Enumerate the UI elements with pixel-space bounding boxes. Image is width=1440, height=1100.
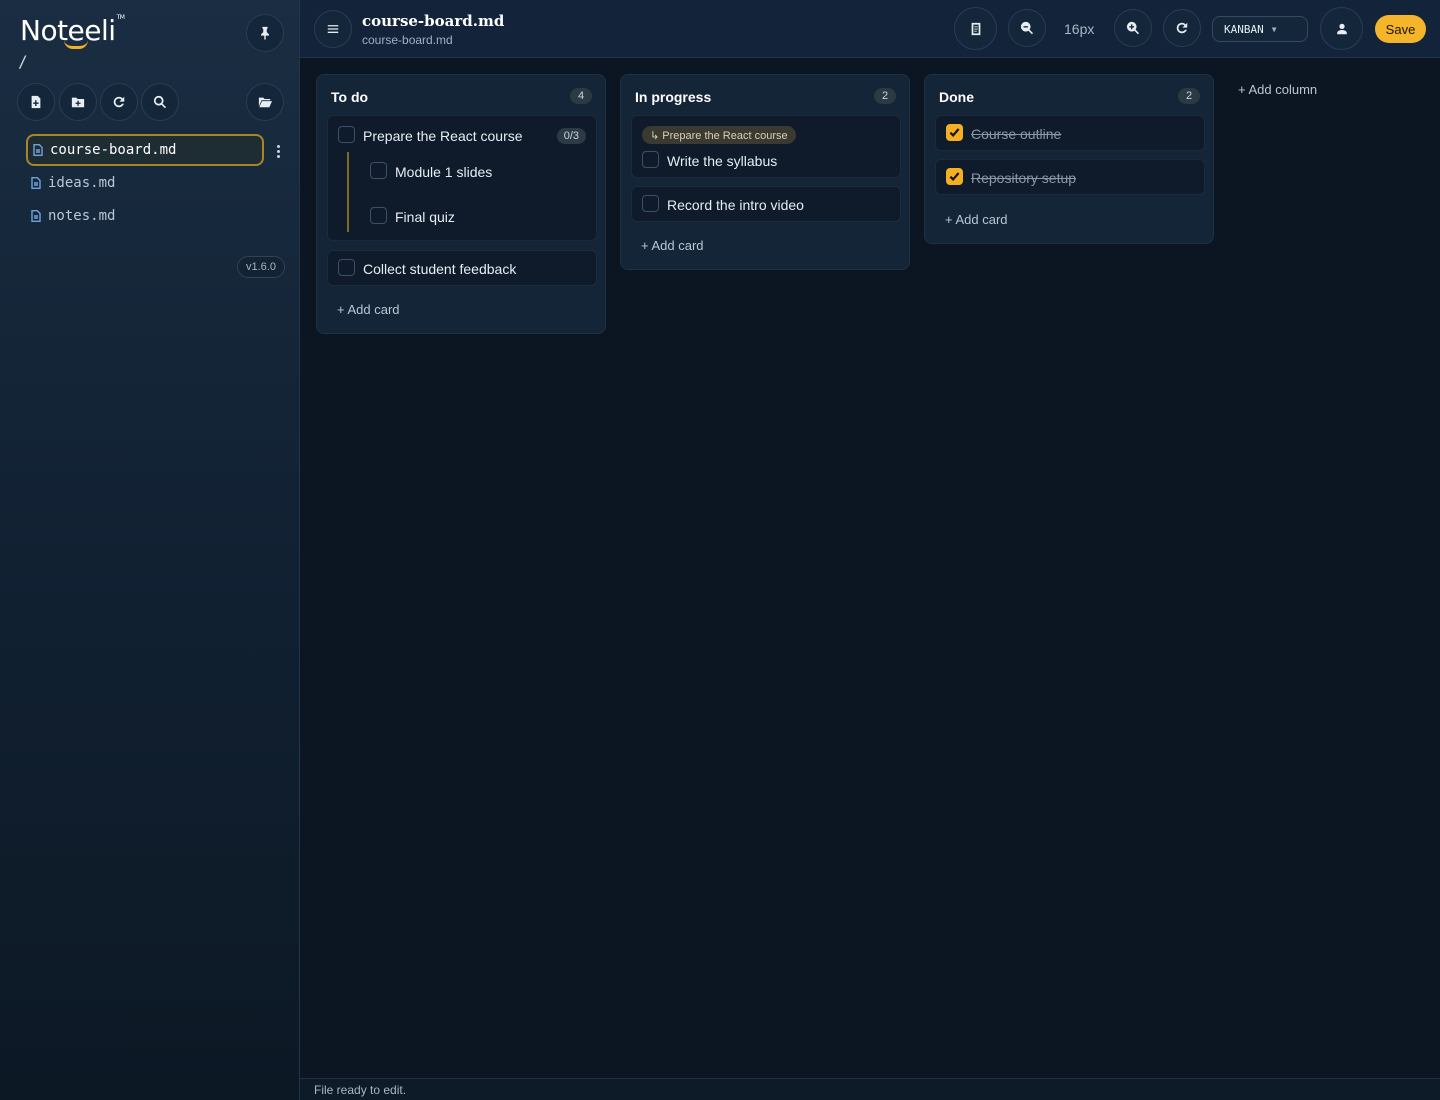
card-checkbox[interactable]	[642, 195, 659, 212]
document-subtitle: course-board.md	[362, 33, 453, 47]
file-item-notes[interactable]: notes.md	[26, 200, 264, 232]
column-done: Done 2 Course outline Repository setup +…	[924, 74, 1214, 244]
zoom-out-icon	[1020, 21, 1034, 35]
menu-toggle-button[interactable]	[314, 10, 352, 48]
file-icon	[31, 210, 41, 222]
status-bar: File ready to edit.	[300, 1078, 1440, 1100]
top-bar: course-board.md course-board.md 16px KAN…	[300, 0, 1440, 58]
add-card-button[interactable]: + Add card	[945, 212, 1008, 227]
add-card-button[interactable]: + Add card	[641, 238, 704, 253]
file-name: notes.md	[48, 208, 116, 224]
pin-sidebar-button[interactable]	[246, 14, 284, 52]
column-title: In progress	[635, 89, 712, 105]
reset-zoom-button[interactable]	[1163, 9, 1201, 47]
current-path: /	[18, 52, 28, 71]
font-size-value: 16px	[1064, 21, 1095, 37]
search-icon	[153, 95, 167, 109]
card-title: Prepare the React course	[363, 128, 523, 144]
card-checkbox-checked[interactable]	[946, 168, 963, 185]
add-card-button[interactable]: + Add card	[337, 302, 400, 317]
account-button[interactable]	[1320, 7, 1363, 50]
file-icon	[33, 144, 43, 156]
file-options-kebab-icon[interactable]	[270, 143, 286, 159]
chevron-down-icon: ▼	[1271, 24, 1277, 34]
reset-icon	[1176, 22, 1188, 34]
file-item-course-board[interactable]: course-board.md	[26, 134, 264, 166]
sidebar: NoteeliTM / course-board.md ideas.md not…	[0, 0, 300, 1100]
zoom-out-button[interactable]	[1008, 9, 1046, 47]
column-count-badge: 4	[570, 88, 592, 104]
subtask-checkbox[interactable]	[370, 162, 387, 179]
card-write-syllabus[interactable]: ↳ Prepare the React course Write the syl…	[631, 115, 901, 178]
column-title: To do	[331, 89, 369, 105]
pin-icon	[261, 26, 269, 40]
menu-icon	[327, 25, 339, 33]
search-files-button[interactable]	[141, 83, 179, 121]
logo-trademark: TM	[116, 14, 125, 21]
card-collect-feedback[interactable]: Collect student feedback	[327, 250, 597, 286]
card-checkbox[interactable]	[642, 151, 659, 168]
subtask-title: Module 1 slides	[395, 164, 493, 180]
document-view-button[interactable]	[954, 7, 997, 50]
card-title: Record the intro video	[667, 197, 804, 213]
card-title: Course outline	[971, 126, 1062, 142]
column-title: Done	[939, 89, 974, 105]
card-prepare-react-course[interactable]: Prepare the React course 0/3 Module 1 sl…	[327, 115, 597, 241]
card-checkbox-checked[interactable]	[946, 124, 963, 141]
card-title: Write the syllabus	[667, 153, 778, 169]
card-title: Repository setup	[971, 170, 1077, 186]
new-folder-button[interactable]	[59, 83, 97, 121]
version-badge: v1.6.0	[237, 256, 285, 278]
add-column-button[interactable]: + Add column	[1238, 82, 1317, 97]
column-in-progress: In progress 2 ↳ Prepare the React course…	[620, 74, 910, 270]
column-header[interactable]: To do 4	[317, 75, 605, 115]
card-course-outline[interactable]: Course outline	[935, 115, 1205, 151]
column-header[interactable]: In progress 2	[621, 75, 909, 115]
logo-smile-mark	[64, 40, 88, 49]
refresh-files-button[interactable]	[100, 83, 138, 121]
card-checkbox[interactable]	[338, 259, 355, 276]
zoom-in-button[interactable]	[1114, 9, 1152, 47]
view-mode-value: KANBAN	[1224, 22, 1264, 36]
document-icon	[971, 22, 980, 35]
kanban-board: To do 4 Prepare the React course 0/3 Mod…	[300, 58, 1440, 1078]
open-folder-icon	[258, 97, 272, 108]
card-repository-setup[interactable]: Repository setup	[935, 159, 1205, 195]
subtask-connector-line	[347, 152, 349, 232]
check-icon	[949, 172, 960, 182]
new-folder-icon	[71, 97, 85, 108]
open-folder-button[interactable]	[246, 83, 284, 121]
view-mode-select[interactable]: KANBAN ▼	[1212, 16, 1308, 42]
file-name: ideas.md	[48, 175, 116, 191]
document-title: course-board.md	[362, 12, 505, 30]
subtask-progress-badge: 0/3	[556, 128, 586, 144]
parent-task-tag[interactable]: ↳ Prepare the React course	[642, 126, 796, 144]
save-button[interactable]: Save	[1375, 15, 1426, 43]
check-icon	[949, 128, 960, 138]
status-message: File ready to edit.	[314, 1083, 407, 1097]
subtask-checkbox[interactable]	[370, 207, 387, 224]
column-to-do: To do 4 Prepare the React course 0/3 Mod…	[316, 74, 606, 334]
user-icon	[1336, 23, 1347, 34]
zoom-in-icon	[1126, 21, 1140, 35]
column-count-badge: 2	[874, 88, 896, 104]
app-logo: NoteeliTM	[20, 14, 125, 49]
new-file-button[interactable]	[17, 83, 55, 121]
new-file-icon	[31, 95, 41, 109]
card-record-intro-video[interactable]: Record the intro video	[631, 186, 901, 222]
file-name: course-board.md	[50, 142, 177, 158]
column-count-badge: 2	[1178, 88, 1200, 104]
column-header[interactable]: Done 2	[925, 75, 1213, 115]
file-item-ideas[interactable]: ideas.md	[26, 167, 264, 199]
subtask-title: Final quiz	[395, 209, 455, 225]
file-icon	[31, 177, 41, 189]
card-checkbox[interactable]	[338, 126, 355, 143]
file-list: course-board.md ideas.md notes.md	[26, 134, 296, 233]
refresh-icon	[113, 96, 125, 108]
card-title: Collect student feedback	[363, 261, 517, 277]
